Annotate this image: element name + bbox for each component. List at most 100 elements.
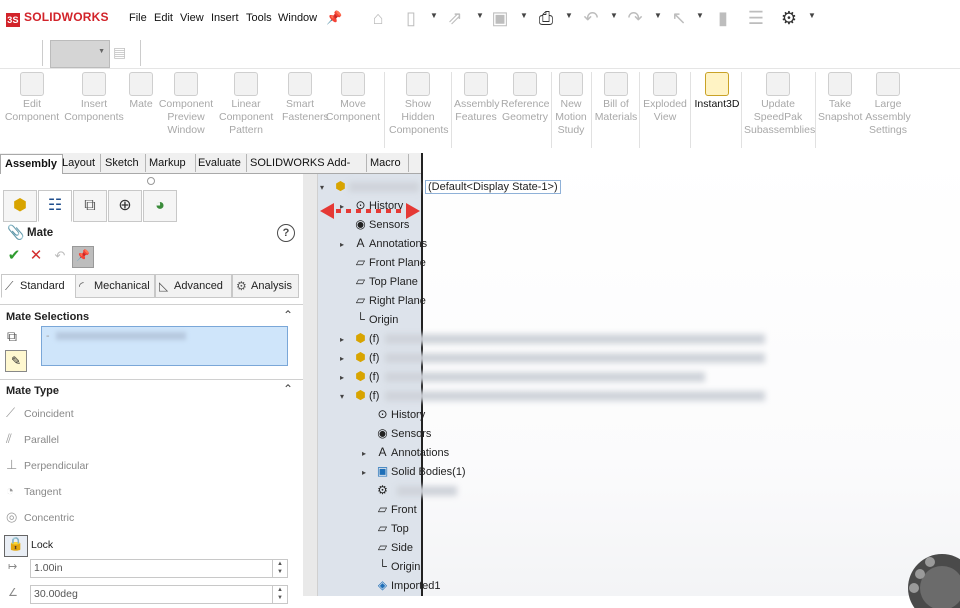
expand-arrow-icon[interactable]: ▸ <box>340 369 352 387</box>
concentric-mate[interactable]: ◎ Concentric <box>6 509 74 525</box>
coincident-mate[interactable]: ⟋ Coincident <box>6 405 74 421</box>
ok-button[interactable]: ✔ <box>4 247 24 265</box>
tree-item[interactable]: ▸ A Annotations <box>340 234 427 252</box>
tab-evaluate[interactable]: Evaluate <box>194 154 247 172</box>
angle-input[interactable]: 30.00deg ▲ ▼ <box>30 585 288 604</box>
tab-markup[interactable]: Markup <box>145 154 196 172</box>
tree-item[interactable]: ▱ Right Plane <box>340 291 426 309</box>
tree-item[interactable]: ◈ Imported1 <box>362 576 441 594</box>
tree-item[interactable]: └ Origin <box>362 557 420 575</box>
perpendicular-mate[interactable]: ⊥ Perpendicular <box>6 457 89 473</box>
tab-advanced[interactable]: ◺ Advanced <box>155 274 232 298</box>
collapse-chevron-icon[interactable]: ⌃ <box>283 308 293 322</box>
ribbon-button-motion-study[interactable]: New Motion Study <box>554 72 588 137</box>
pin-icon[interactable]: 📌 <box>326 10 342 26</box>
tree-item[interactable]: ▸ ⬢ (f) <box>340 348 771 366</box>
collapse-arrow-icon[interactable]: ▾ <box>320 179 332 197</box>
print-icon[interactable]: ⎙ <box>535 7 557 29</box>
gear-icon[interactable]: ⚙ <box>778 7 800 29</box>
panel-grip-icon[interactable] <box>147 177 155 185</box>
tree-root[interactable]: ▾ ⬢ (Default<Display State-1>) <box>320 177 561 195</box>
tab-sketch[interactable]: Sketch <box>101 154 146 172</box>
dimxpert-tab-icon[interactable]: ⊕ <box>108 190 142 222</box>
expand-arrow-icon[interactable]: ▾ <box>340 388 352 406</box>
menu-insert[interactable]: Insert <box>211 12 239 24</box>
ribbon-button-instant3d[interactable]: Instant3D <box>692 72 742 111</box>
tree-item[interactable]: ▱ Top <box>362 519 409 537</box>
ribbon-button-edit-component[interactable]: Edit Component <box>3 72 61 124</box>
cancel-button[interactable]: ✕ <box>26 247 46 265</box>
display-manager-tab-icon[interactable]: ◕ <box>143 190 177 222</box>
ribbon-button-snapshot[interactable]: Take Snapshot <box>818 72 862 124</box>
tree-item[interactable]: ▸ ▣ Solid Bodies(1) <box>362 462 466 480</box>
spinner-arrows-icon[interactable]: ▲ ▼ <box>272 560 287 577</box>
tab-macro[interactable]: Macro <box>366 154 409 172</box>
menu-edit[interactable]: Edit <box>154 12 173 24</box>
ribbon-button-bom[interactable]: Bill of Materials <box>594 72 638 124</box>
ribbon-button-assembly-features[interactable]: Assembly Features <box>454 72 500 124</box>
expand-arrow-icon[interactable]: ▸ <box>362 445 374 463</box>
tangent-mate[interactable]: ◔ Tangent <box>6 483 61 498</box>
model-gear-shape[interactable] <box>902 548 960 608</box>
parallel-mate[interactable]: ⫽ Parallel <box>6 431 59 447</box>
expand-arrow-icon[interactable]: ▸ <box>362 464 374 482</box>
property-manager-tab-icon[interactable]: ☷ <box>38 190 72 222</box>
open-dropdown-icon[interactable]: ▼ <box>476 11 484 20</box>
tab-standard[interactable]: ⟋ Standard <box>1 274 76 298</box>
panel-splitter[interactable] <box>303 174 318 596</box>
tree-item[interactable]: ⊙ History <box>362 405 425 423</box>
feature-manager-tab-icon[interactable]: ⬢ <box>3 190 37 222</box>
spinner-arrows-icon[interactable]: ▲ ▼ <box>272 586 287 603</box>
select-icon[interactable]: ↖ <box>668 7 690 29</box>
redo-icon[interactable]: ↷ <box>624 7 646 29</box>
options-list-icon[interactable]: ☰ <box>745 7 767 29</box>
undo-mate-icon[interactable]: ↶ <box>50 247 70 265</box>
undo-icon[interactable]: ↶ <box>580 7 602 29</box>
undo-dropdown-icon[interactable]: ▼ <box>610 11 618 20</box>
new-document-icon[interactable]: ▯ <box>400 7 422 29</box>
gear-dropdown-icon[interactable]: ▼ <box>808 11 816 20</box>
ribbon-button-mate[interactable]: Mate <box>128 72 154 111</box>
tab-addins[interactable]: SOLIDWORKS Add-Ins <box>246 154 367 187</box>
collapse-chevron-icon[interactable]: ⌃ <box>283 382 293 396</box>
tree-item[interactable]: ▱ Top Plane <box>340 272 418 290</box>
list-item[interactable]: - <box>46 330 50 342</box>
expand-arrow-icon[interactable]: ▸ <box>340 236 352 254</box>
tree-item[interactable]: ▱ Front <box>362 500 417 518</box>
mate-selections-list[interactable]: - <box>41 326 288 366</box>
ribbon-button-large-assembly[interactable]: Large Assembly Settings <box>864 72 912 137</box>
menu-file[interactable]: File <box>129 12 147 24</box>
tab-analysis[interactable]: ⚙ Analysis <box>232 274 299 298</box>
save-icon[interactable]: ▣ <box>489 7 511 29</box>
redo-dropdown-icon[interactable]: ▼ <box>654 11 662 20</box>
tree-item[interactable]: ◉ Sensors <box>362 424 431 442</box>
new-dropdown-icon[interactable]: ▼ <box>430 11 438 20</box>
select-dropdown-icon[interactable]: ▼ <box>696 11 704 20</box>
ribbon-button-show-hidden[interactable]: Show Hidden Components <box>389 72 449 137</box>
tree-item[interactable]: ▱ Front Plane <box>340 253 426 271</box>
stack-icon[interactable]: ▤ <box>113 44 126 61</box>
tree-item[interactable]: ▱ Side <box>362 538 413 556</box>
tab-assembly[interactable]: Assembly <box>0 154 63 174</box>
tab-mechanical[interactable]: ◜ Mechanical <box>75 274 155 298</box>
menu-window[interactable]: Window <box>278 12 317 24</box>
tree-item[interactable]: ▾ ⬢ (f) <box>340 386 771 404</box>
configuration-manager-tab-icon[interactable]: ⧉ <box>73 190 107 222</box>
home-icon[interactable]: ⌂ <box>367 7 389 29</box>
tree-item[interactable]: ▸ ⬢ (f) <box>340 367 711 385</box>
lock-mate[interactable]: 🔒 Lock <box>4 535 53 557</box>
ribbon-button-speedpak[interactable]: Update SpeedPak Subassemblies <box>744 72 815 137</box>
solidworks-logo[interactable]: 3S SOLIDWORKS <box>6 10 109 27</box>
pin-selection-icon[interactable]: ✎ <box>5 350 27 372</box>
menu-tools[interactable]: Tools <box>246 12 272 24</box>
tab-layout[interactable]: Layout <box>58 154 101 172</box>
expand-arrow-icon[interactable]: ▸ <box>340 350 352 368</box>
expand-arrow-icon[interactable]: ▸ <box>340 331 352 349</box>
ribbon-button-move-component[interactable]: Move Component <box>324 72 382 124</box>
rebuild-icon[interactable]: ▮ <box>712 7 734 29</box>
ribbon-button-exploded-view[interactable]: Exploded View <box>642 72 688 124</box>
save-dropdown-icon[interactable]: ▼ <box>520 11 528 20</box>
ribbon-button-component-preview[interactable]: Component Preview Window <box>157 72 215 137</box>
print-dropdown-icon[interactable]: ▼ <box>565 11 573 20</box>
distance-input[interactable]: 1.00in ▲ ▼ <box>30 559 288 578</box>
